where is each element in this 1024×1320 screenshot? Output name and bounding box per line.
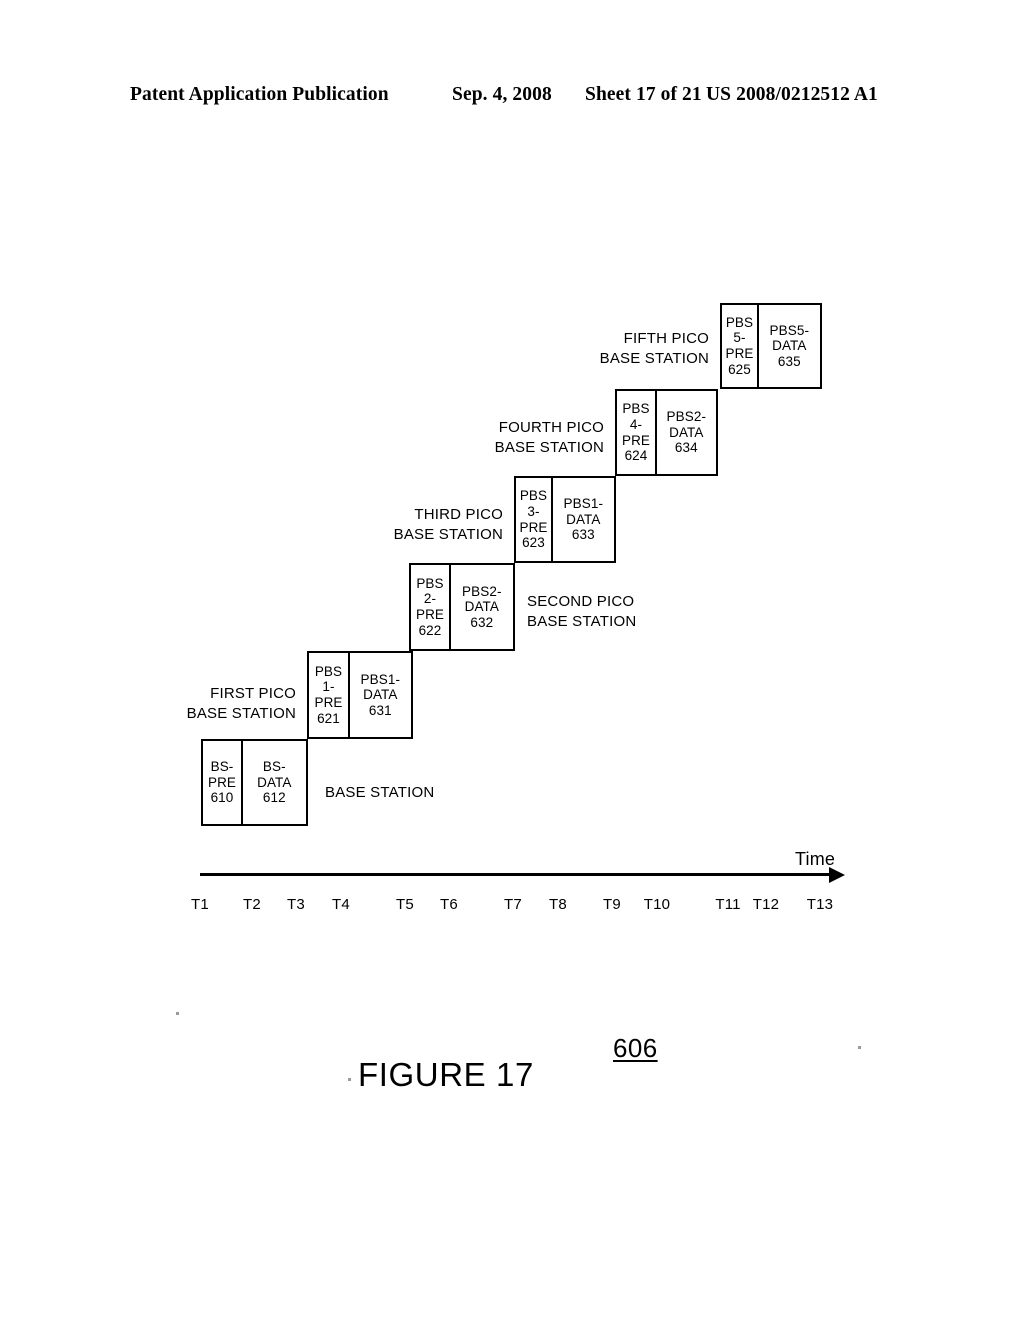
figure-reference-numeral: 606 [613,1033,658,1063]
data-slot-fifth-pico-base-station: PBS5- DATA 635 [759,305,820,387]
slot-text-line: PBS [416,575,444,591]
slot-text-line: 622 [418,622,442,638]
time-axis-arrow-icon [829,866,845,883]
data-slot-first-pico-base-station: PBS1- DATA 631 [350,653,411,737]
slot-text-line: 631 [368,702,392,718]
row-caption-line: BASE STATION [494,438,604,456]
time-tick-t13: T13 [806,896,834,913]
row-caption-line: THIRD PICO [414,506,503,523]
slot-text-line: 610 [210,790,234,806]
slot-group-fourth-pico-base-station: PBS 4- PRE 624 PBS2- DATA 634 [615,389,718,476]
preamble-slot-fourth-pico-base-station: PBS 4- PRE 624 [617,391,657,474]
slot-text-line: PBS [725,314,754,330]
slot-text-line: 625 [728,361,751,377]
slot-text-line: PRE [207,774,237,790]
slot-text-line: BS- [210,759,234,775]
slot-text-line: PBS1- [360,671,401,687]
slot-text-line: 623 [522,535,545,551]
slot-text-line: DATA [566,511,601,527]
slot-group-fifth-pico-base-station: PBS 5- PRE 625 PBS5- DATA 635 [720,303,822,389]
row-caption-line: BASE STATION [527,612,637,630]
slot-text-line: PBS2- [462,583,502,599]
scan-speckle [176,1012,179,1015]
slot-group-base-station: BS- PRE 610 BS- DATA 612 [201,739,308,826]
scan-speckle [858,1046,861,1049]
slot-group-first-pico-base-station: PBS 1- PRE 621 PBS1- DATA 631 [307,651,413,739]
row-caption-third-pico-base-station: THIRD PICO BASE STATION [394,505,503,545]
slot-group-second-pico-base-station: PBS 2- PRE 622 PBS2- DATA 632 [409,563,515,651]
slot-text-line: PBS1- [563,496,604,512]
slot-text-line: 635 [777,353,801,369]
slot-text-line: 4- [629,416,643,432]
slot-text-line: 632 [470,614,494,630]
row-caption-line: BASE STATION [393,525,503,543]
data-slot-second-pico-base-station: PBS2- DATA 632 [451,565,513,649]
slot-text-line: PRE [621,432,651,448]
time-tick-t5: T5 [396,896,414,913]
slot-text-line: 633 [571,527,595,543]
row-caption-line: BASE STATION [599,349,709,367]
slot-text-line: PBS [519,488,548,504]
row-caption-second-pico-base-station: SECOND PICO BASE STATION [527,592,636,632]
slot-text-line: PRE [314,695,343,710]
timing-diagram: BS- PRE 610 BS- DATA 612 BASE STATION PBS 1- PRE 6… [0,0,1024,1320]
slot-text-line: 5- [733,330,746,346]
slot-text-line: PBS2- [666,409,707,425]
data-slot-base-station: BS- DATA 612 [243,741,306,824]
data-slot-fourth-pico-base-station: PBS2- DATA 634 [657,391,716,474]
slot-group-third-pico-base-station: PBS 3- PRE 623 PBS1- DATA 633 [514,476,616,563]
preamble-slot-second-pico-base-station: PBS 2- PRE 622 [411,565,451,649]
row-caption-fifth-pico-base-station: FIFTH PICO BASE STATION [600,329,709,369]
time-tick-t11: T11 [715,896,741,913]
slot-text-line: PBS5- [769,322,810,338]
slot-text-line: DATA [772,338,807,354]
time-tick-t10: T10 [643,896,671,913]
preamble-slot-fifth-pico-base-station: PBS 5- PRE 625 [722,305,759,387]
slot-text-line: PRE [519,519,548,535]
slot-text-line: 3- [527,503,540,519]
time-tick-t3: T3 [287,896,305,913]
preamble-slot-third-pico-base-station: PBS 3- PRE 623 [516,478,553,561]
slot-text-line: 624 [624,448,648,464]
row-caption-line: FOURTH PICO [498,419,604,436]
slot-text-line: 1- [322,679,335,695]
slot-text-line: PBS [622,401,650,417]
row-caption-line: FIRST PICO [210,685,296,702]
figure-caption: FIGURE 17 [358,1056,534,1093]
time-axis-line [200,873,832,876]
row-caption-line: BASE STATION [186,704,296,722]
data-slot-third-pico-base-station: PBS1- DATA 633 [553,478,614,561]
time-tick-t4: T4 [332,896,350,913]
time-tick-t12: T12 [752,896,780,913]
slot-text-line: PBS [314,663,343,679]
slot-text-line: 612 [262,790,286,806]
slot-text-line: DATA [464,599,499,615]
row-caption-line: SECOND PICO [527,593,635,610]
time-tick-t6: T6 [440,896,458,913]
row-caption-line: BASE STATION [325,784,435,801]
slot-text-line: DATA [363,687,398,703]
scan-speckle [348,1078,351,1081]
slot-text-line: PRE [415,607,445,622]
slot-text-line: PRE [725,346,754,361]
time-tick-t8: T8 [549,896,567,913]
slot-text-line: 2- [423,591,437,607]
row-caption-fourth-pico-base-station: FOURTH PICO BASE STATION [495,418,604,458]
time-tick-t9: T9 [603,896,621,913]
time-tick-t1: T1 [191,896,209,913]
slot-text-line: 634 [674,440,698,456]
slot-text-line: DATA [669,424,704,440]
preamble-slot-first-pico-base-station: PBS 1- PRE 621 [309,653,350,737]
slot-text-line: BS- [262,759,286,775]
row-caption-line: FIFTH PICO [623,330,709,347]
slot-text-line: 621 [317,710,340,726]
time-tick-t7: T7 [504,896,522,913]
row-caption-first-pico-base-station: FIRST PICO BASE STATION [187,684,296,724]
time-tick-t2: T2 [243,896,261,913]
row-caption-base-station: BASE STATION [325,783,434,803]
slot-text-line: DATA [257,774,292,790]
preamble-slot-base-station: BS- PRE 610 [203,741,243,824]
